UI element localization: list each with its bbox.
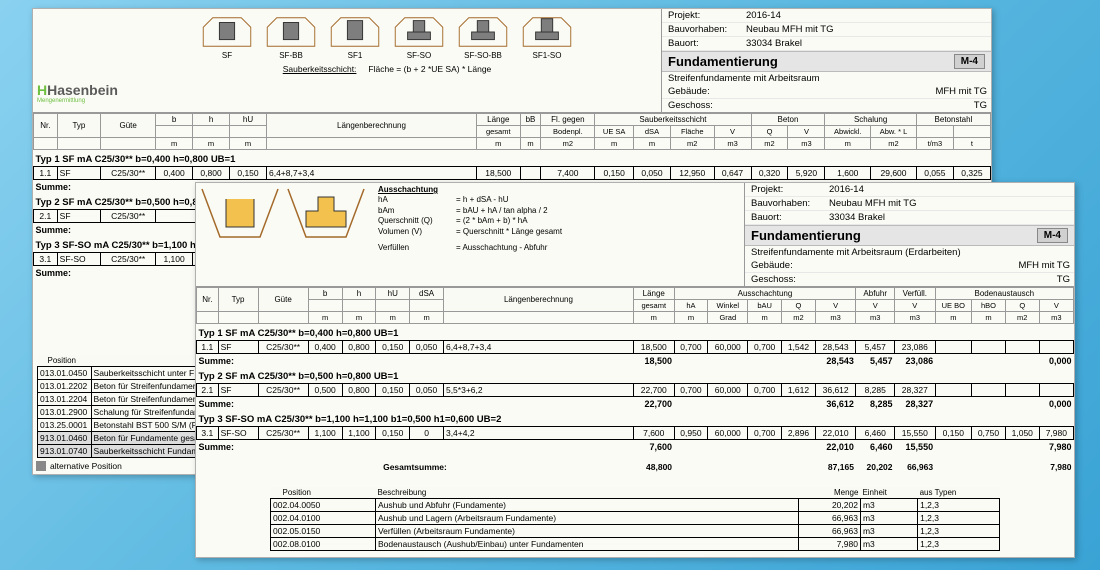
meta-value: 33034 Brakel bbox=[746, 38, 802, 49]
table-row: 3.1SF-SOC25/30** 1,1001,1000,1500 3,4+4,… bbox=[197, 427, 1074, 440]
legend-label: alternative Position bbox=[50, 461, 122, 471]
table-row: 002.05.0150Verfüllen (Arbeitsraum Fundam… bbox=[271, 525, 1000, 538]
diagram-row bbox=[196, 13, 578, 51]
diagram-label: SF-BB bbox=[260, 51, 322, 60]
typ-header: Typ 2 SF mA C25/30** b=0,500 h=0,800 UB=… bbox=[197, 367, 1074, 384]
position-table-2: Position Beschreibung Menge Einheit aus … bbox=[270, 487, 1000, 551]
diagram-label: SF1 bbox=[324, 51, 386, 60]
table-row: 1.1SFC25/30** 0,4000,8000,150 6,4+8,7+3,… bbox=[34, 167, 991, 180]
report-title: Fundamentierung bbox=[668, 54, 954, 69]
diagram-sf-so-bb bbox=[452, 13, 514, 51]
table-row: 013.01.2900Schalung für Streifenfundam bbox=[38, 406, 207, 419]
report-sheet-2: Ausschachtung hA= h + dSA - hU bAm= bAU … bbox=[195, 182, 1075, 558]
sauber-formula: Fläche = (b + 2 *UE SA) * Länge bbox=[368, 64, 491, 74]
formula-annotations: Ausschachtung hA= h + dSA - hU bAm= bAU … bbox=[370, 183, 570, 286]
diagram-sf-bb bbox=[260, 13, 322, 51]
meta-value: TG bbox=[974, 100, 987, 111]
diagram-sf-so bbox=[388, 13, 450, 51]
diagram-sf bbox=[196, 13, 258, 51]
report-subtitle: Streifenfundamente mit Arbeitsraum bbox=[668, 73, 820, 84]
report-subtitle: Streifenfundamente mit Arbeitsraum (Erda… bbox=[751, 247, 961, 258]
table-row: 913.01.0460Beton für Fundamente gesa bbox=[38, 432, 207, 445]
diagram-label: SF1-SO bbox=[516, 51, 578, 60]
diagram-label: SF-SO bbox=[388, 51, 450, 60]
table-row: 013.25.0001Betonstahl BST 500 S/M (F bbox=[38, 419, 207, 432]
table-row: 913.01.0740Sauberkeitsschicht Fundam bbox=[38, 445, 207, 458]
diagram-sf1 bbox=[324, 13, 386, 51]
logo-text: Hasenbein bbox=[47, 82, 118, 98]
diagram-excavation-1 bbox=[200, 187, 280, 245]
meta-label: Bauort: bbox=[668, 38, 746, 49]
table-row: 002.04.0050Aushub und Abfuhr (Fundamente… bbox=[271, 499, 1000, 512]
typ-header: Typ 3 SF-SO mA C25/30** b=1,100 h=1,100 … bbox=[197, 410, 1074, 427]
position-table-1: Position 013.01.0450Sauberkeitsschicht u… bbox=[37, 355, 207, 458]
sauber-label: Sauberkeitsschicht: bbox=[283, 64, 357, 74]
diagram-excavation-2 bbox=[286, 187, 366, 245]
meta-label: Projekt: bbox=[668, 10, 746, 21]
logo-subtitle: Mengenermittlung bbox=[37, 98, 118, 104]
grand-total-row: Gesamtsumme: 48,800 87,16520,20266,963 7… bbox=[197, 461, 1074, 473]
meta-label: Bauvorhaben: bbox=[668, 24, 746, 35]
typ-header: Typ 1 SF mA C25/30** b=0,400 h=0,800 UB=… bbox=[197, 324, 1074, 341]
logo: HHasenbein Mengenermittlung bbox=[33, 9, 113, 112]
report-title: Fundamentierung bbox=[751, 228, 1037, 243]
report-badge: M-4 bbox=[1037, 228, 1068, 243]
header-meta-2: Projekt:2016-14 Bauvorhaben:Neubau MFH m… bbox=[744, 183, 1074, 286]
header-meta: Projekt:2016-14 Bauvorhaben:Neubau MFH m… bbox=[661, 9, 991, 112]
meta-label: Gebäude: bbox=[668, 86, 746, 97]
typ-header: Typ 1 SF mA C25/30** b=0,400 h=0,800 UB=… bbox=[34, 150, 991, 167]
meta-label: Geschoss: bbox=[668, 100, 746, 111]
diagram-sf1-so bbox=[516, 13, 578, 51]
table-row: 013.01.2202Beton für Streifenfundament bbox=[38, 380, 207, 393]
diagram-label: SF bbox=[196, 51, 258, 60]
meta-value: MFH mit TG bbox=[935, 86, 987, 97]
table-row: 002.04.0100Aushub und Lagern (Arbeitsrau… bbox=[271, 512, 1000, 525]
table-row: 2.1SFC25/30** 0,5000,8000,1500,050 5,5*3… bbox=[197, 384, 1074, 397]
table-row: 013.01.2204Beton für Streifenfundament bbox=[38, 393, 207, 406]
legend-swatch bbox=[36, 461, 46, 471]
meta-value: Neubau MFH mit TG bbox=[746, 24, 833, 35]
table-main-2: Nr. Typ Güte bhhUdSA Längenberechnung Lä… bbox=[196, 287, 1074, 473]
table-row: 013.01.0450Sauberkeitsschicht unter F bbox=[38, 367, 207, 380]
meta-value: 2016-14 bbox=[746, 10, 781, 21]
table-row: 1.1SFC25/30** 0,4000,8000,1500,050 6,4+8… bbox=[197, 341, 1074, 354]
diagram-label: SF-SO-BB bbox=[452, 51, 514, 60]
table-row: 002.08.0100Bodenaustausch (Aushub/Einbau… bbox=[271, 538, 1000, 551]
report-badge: M-4 bbox=[954, 54, 985, 69]
